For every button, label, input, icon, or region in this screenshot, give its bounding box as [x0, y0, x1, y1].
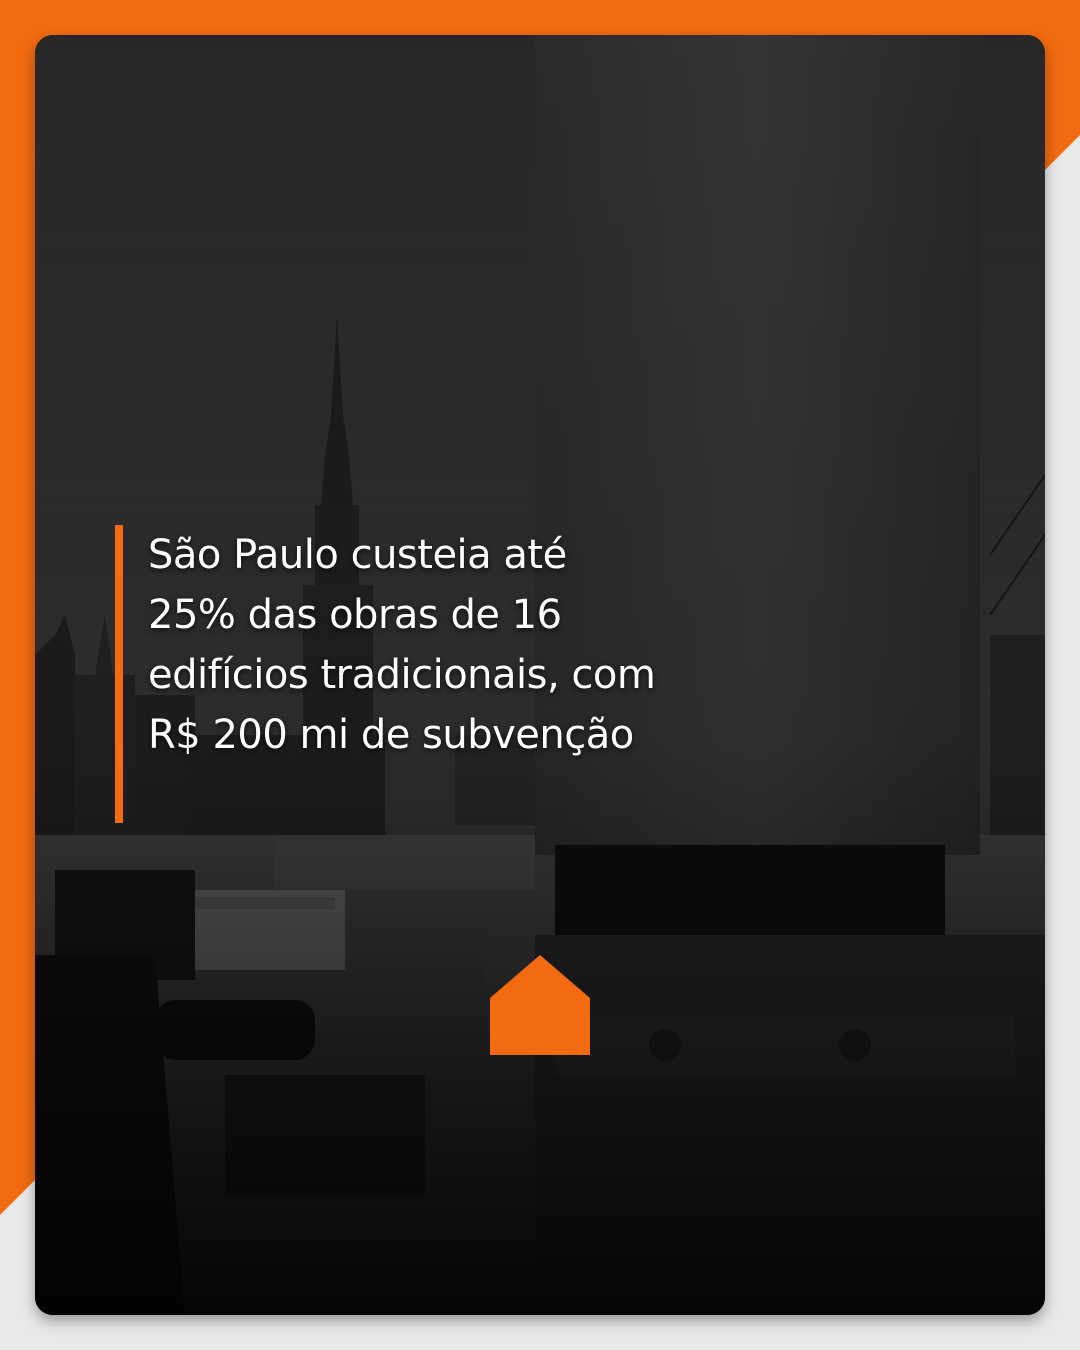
- post-card: São Paulo custeia até 25% das obras de 1…: [35, 35, 1045, 1315]
- headline-text: São Paulo custeia até 25% das obras de 1…: [148, 532, 656, 758]
- house-icon: [490, 955, 590, 1055]
- headline-accent-bar: [115, 525, 123, 823]
